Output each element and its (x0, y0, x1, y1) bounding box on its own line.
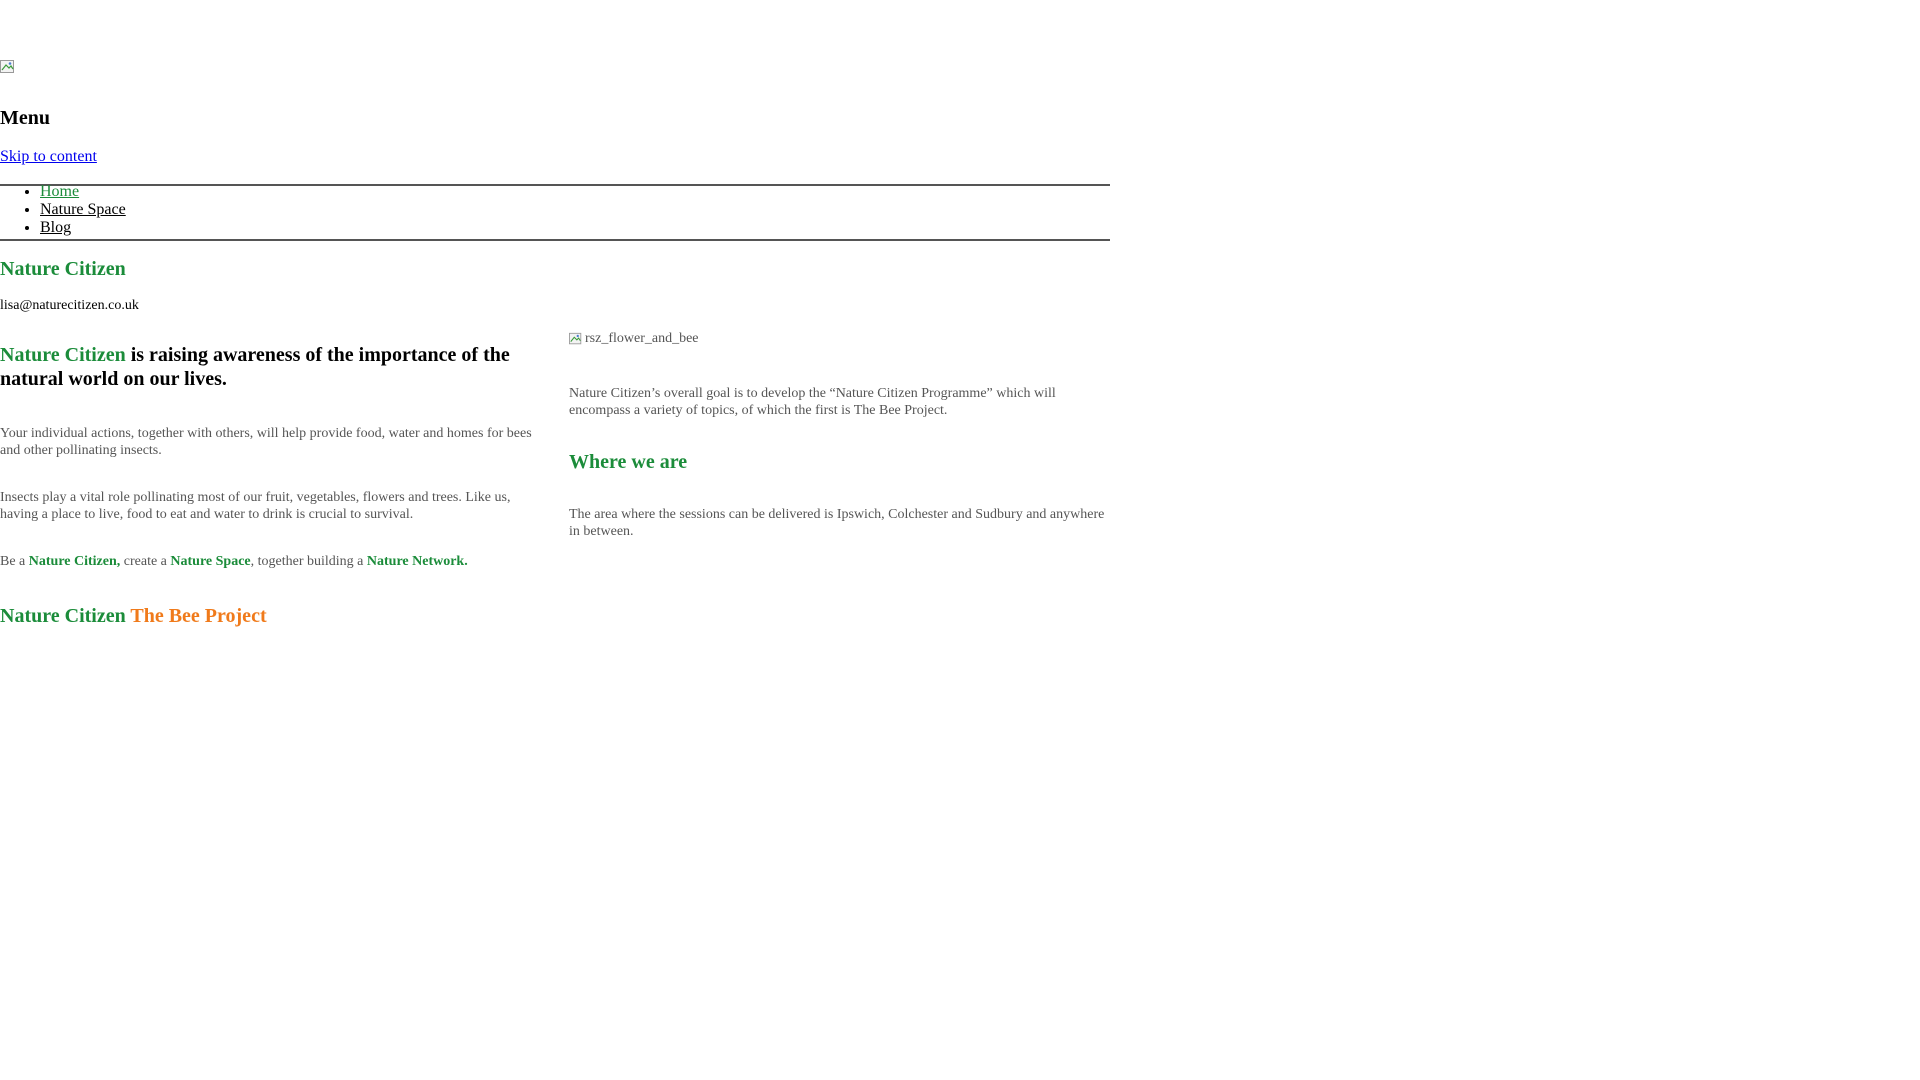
skip-to-content-link[interactable]: Skip to content (0, 147, 97, 167)
cta-nature-space: Nature Space (170, 554, 251, 569)
hero-heading: Nature Citizen is raising awareness of t… (0, 343, 540, 391)
where-we-are-heading: Where we are (569, 451, 688, 473)
site-title: Nature Citizen (0, 258, 126, 280)
intro-paragraph-insects: Insects play a vital role pollinating mo… (0, 490, 511, 522)
bee-heading-project: The Bee Project (130, 605, 267, 627)
intro-paragraph-call-to-action: Be a Nature Citizen, create a Nature Spa… (0, 553, 540, 570)
nav-link-blog[interactable]: Blog (40, 219, 71, 236)
cta-text-3: , together building a (250, 554, 367, 569)
nav-link-home[interactable]: Home (40, 183, 79, 200)
main-navigation: Home Nature Space Blog (0, 183, 126, 237)
logo-broken-image-icon[interactable] (0, 59, 16, 75)
nav-top-divider (0, 184, 1110, 186)
image-alt-text: rsz_flower_and_bee (585, 331, 699, 346)
intro-paragraph-actions: Your individual actions, together with o… (0, 426, 532, 458)
hero-brand: Nature Citizen (0, 344, 126, 366)
intro-heading-block: Nature Citizen is raising awareness of t… (0, 343, 540, 391)
flower-and-bee-image: rsz_flower_and_bee (569, 330, 699, 347)
cta-text-2: create a (120, 554, 171, 569)
nav-bottom-divider (0, 239, 1110, 241)
broken-image-icon (569, 332, 582, 344)
service-area-paragraph: The area where the sessions can be deliv… (569, 507, 1105, 539)
bee-project-heading: Nature Citizen The Bee Project (0, 604, 267, 628)
contact-email: lisa@naturecitizen.co.uk (0, 298, 139, 313)
cta-nature-network: Nature Network. (366, 554, 468, 569)
cta-nature-citizen: Nature Citizen, (28, 554, 121, 569)
menu-heading: Menu (0, 107, 50, 129)
programme-goal-paragraph: Nature Citizen’s overall goal is to deve… (569, 386, 1056, 418)
cta-text-1: Be a (0, 554, 29, 569)
bee-heading-brand: Nature Citizen (0, 605, 126, 627)
nav-item-nature-space: Nature Space (40, 201, 126, 219)
nav-link-nature-space[interactable]: Nature Space (40, 201, 126, 218)
nav-item-blog: Blog (40, 219, 126, 237)
nav-item-home: Home (40, 183, 126, 201)
